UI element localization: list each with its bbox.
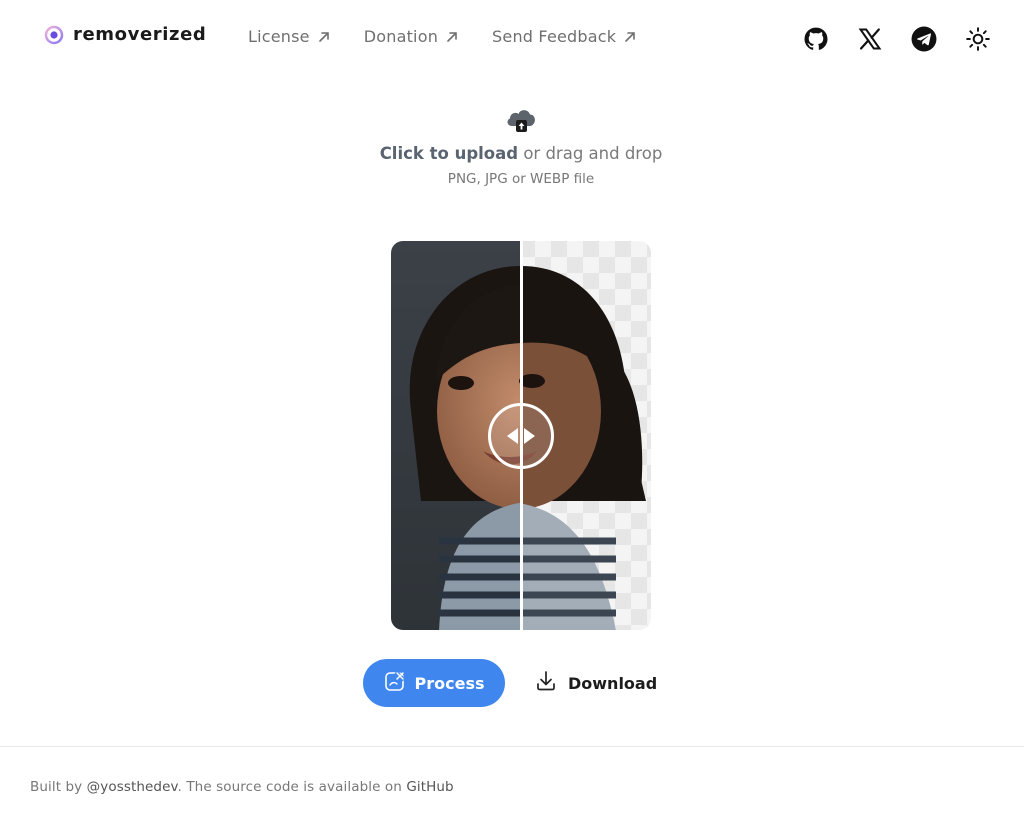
upload-formats: PNG, JPG or WEBP file	[447, 171, 595, 187]
logo-link[interactable]: removerized	[44, 24, 206, 45]
cloud-upload-icon	[503, 102, 539, 138]
arrow-left-icon	[507, 428, 518, 444]
github-source-link[interactable]: GitHub	[406, 779, 453, 795]
external-arrow-icon	[625, 31, 636, 42]
download-icon	[534, 669, 558, 697]
nav-link-label: License	[248, 27, 310, 46]
github-icon[interactable]	[800, 24, 832, 54]
footer-credits: Built by @yossthedev. The source code is…	[30, 779, 454, 795]
arrow-right-icon	[524, 428, 535, 444]
nav-link-label: Donation	[363, 27, 439, 46]
theme-toggle-sun-icon[interactable]	[962, 24, 994, 54]
logo-icon	[44, 25, 64, 45]
logo-text: removerized	[73, 24, 207, 45]
upload-instructions: Click to upload or drag and drop	[0, 144, 1024, 163]
nav-link-license[interactable]: License	[248, 27, 331, 46]
top-nav: License Donation Send Feedback	[248, 27, 637, 46]
before-after-comparison[interactable]	[391, 241, 651, 630]
x-icon[interactable]	[854, 24, 886, 54]
nav-link-send-feedback[interactable]: Send Feedback	[492, 27, 637, 46]
telegram-icon[interactable]	[908, 24, 940, 54]
download-label: Download	[568, 673, 658, 693]
external-arrow-icon	[447, 31, 457, 42]
footer-prefix: Built by	[30, 779, 87, 795]
comparison-slider-handle[interactable]	[488, 403, 554, 469]
footer: Built by @yossthedev. The source code is…	[0, 746, 1024, 824]
upload-rest-text: or drag and drop	[523, 144, 663, 163]
nav-link-label: Send Feedback	[492, 27, 617, 46]
process-icon	[384, 670, 406, 696]
social-links	[800, 24, 994, 54]
nav-link-donation[interactable]: Donation	[364, 27, 459, 46]
upload-cta[interactable]: Click to upload	[380, 144, 518, 163]
header: removerized License Donation Send Feedba…	[0, 0, 1024, 76]
download-button[interactable]: Download	[534, 667, 657, 699]
process-button[interactable]: Process	[363, 659, 505, 707]
external-arrow-icon	[318, 31, 329, 42]
upload-dropzone[interactable]: Click to upload or drag and drop PNG, JP…	[0, 102, 1024, 187]
process-label: Process	[414, 673, 485, 693]
author-link[interactable]: @yossthedev	[87, 779, 178, 795]
footer-middle: . The source code is available on	[177, 779, 407, 795]
